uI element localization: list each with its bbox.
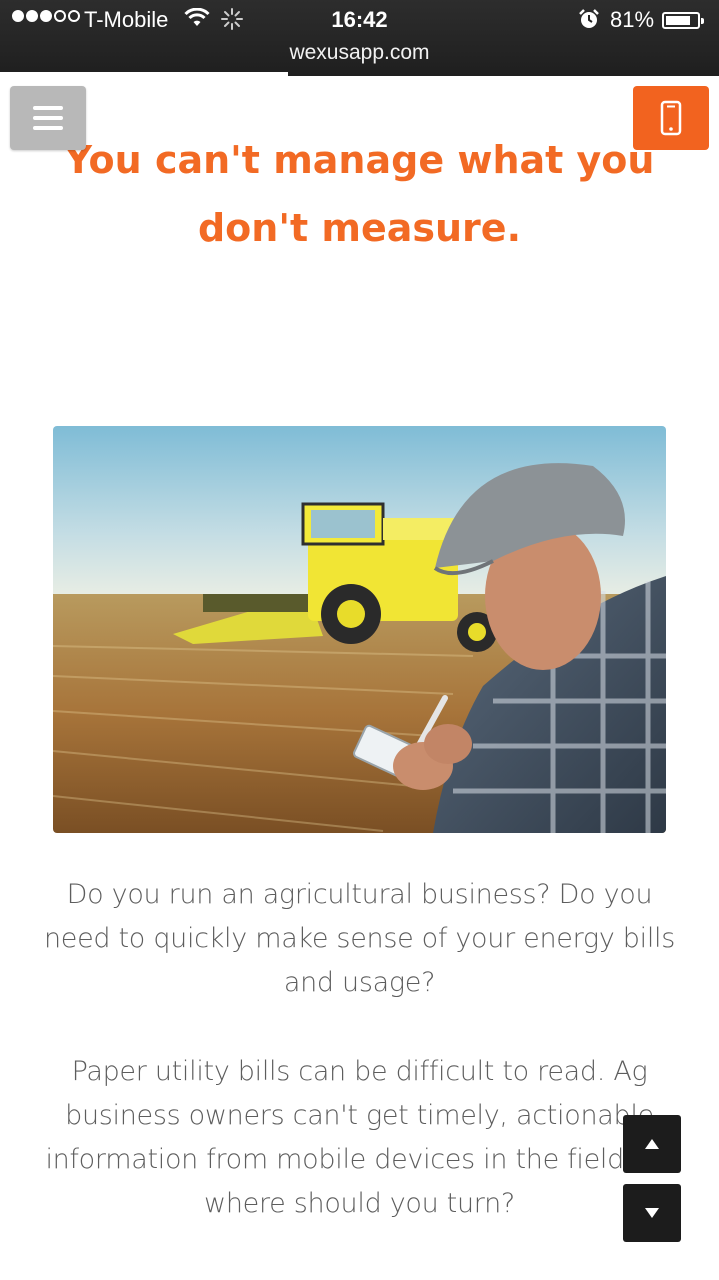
menu-button[interactable]	[10, 86, 86, 150]
battery-tip	[701, 18, 704, 24]
problem-paragraph: Paper utility bills can be difficult to …	[45, 1056, 674, 1219]
address-bar-url[interactable]: wexusapp.com	[0, 40, 719, 66]
browser-status-bar: T-Mobile 16:42 81% wexusapp.com	[0, 0, 719, 76]
intro-paragraph: Do you run an agricultural business? Do …	[43, 879, 676, 998]
hamburger-icon	[33, 106, 63, 130]
triangle-down-icon	[645, 1208, 659, 1218]
battery-percentage: 81%	[610, 7, 655, 32]
mobile-app-button[interactable]	[633, 86, 709, 150]
scroll-down-button[interactable]	[623, 1184, 681, 1242]
hero-image-farmer-with-combine	[53, 426, 666, 833]
battery-level-fill	[666, 16, 691, 25]
status-row: T-Mobile 16:42 81%	[0, 4, 719, 36]
page-headline: You can't manage what you don't measure.	[64, 138, 655, 250]
alarm-clock-icon	[579, 9, 599, 28]
mobile-phone-icon	[660, 100, 682, 136]
battery-icon	[662, 12, 704, 29]
triangle-up-icon	[645, 1139, 659, 1149]
page-load-progress-bar	[0, 72, 288, 76]
scroll-up-button[interactable]	[623, 1115, 681, 1173]
